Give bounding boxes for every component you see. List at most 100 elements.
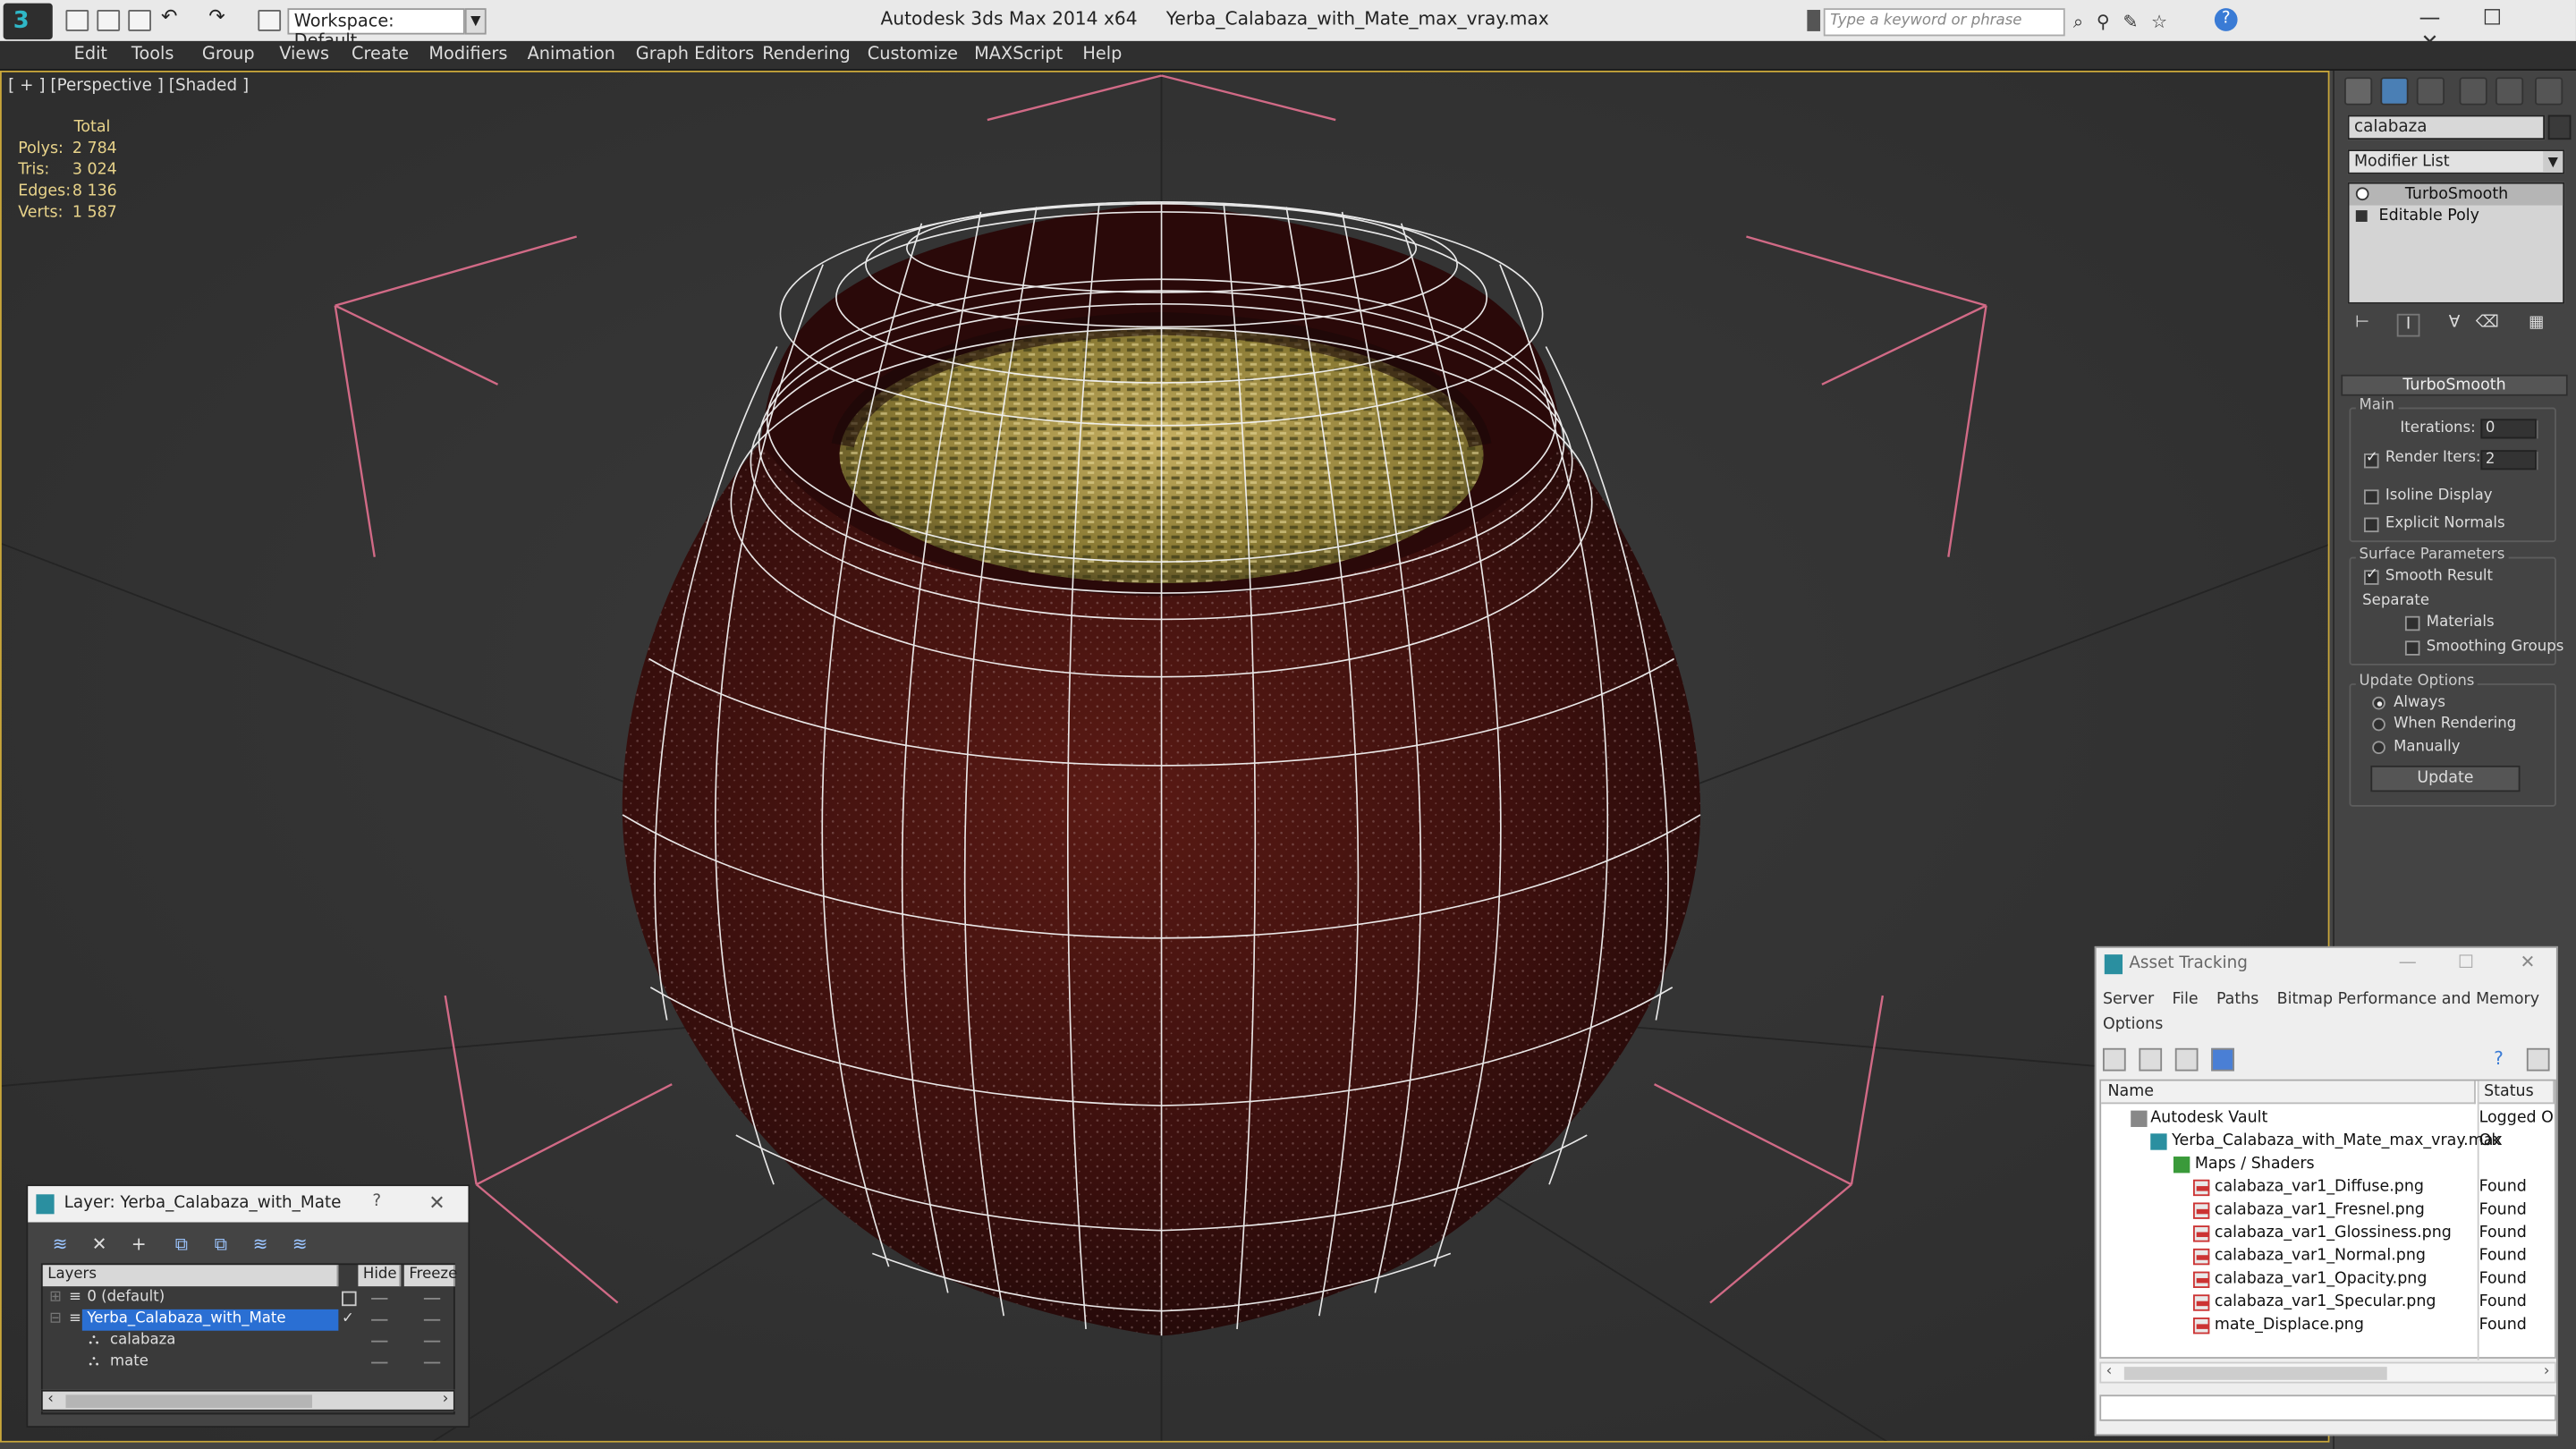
turbosmooth-rollout-header[interactable]: TurboSmooth — [2341, 374, 2568, 396]
project-folder-icon[interactable] — [258, 10, 282, 31]
menu-rendering[interactable]: Rendering — [762, 45, 850, 64]
asset-row[interactable]: calabaza_var1_Diffuse.png Found — [2101, 1176, 2555, 1199]
create-tab-icon[interactable] — [2343, 77, 2373, 106]
new-file-icon[interactable] — [65, 10, 89, 31]
hide-all-icon[interactable]: ≋ — [248, 1233, 273, 1257]
select-objects-icon[interactable]: ⧉ — [169, 1233, 194, 1257]
app-logo-icon[interactable]: 3 — [3, 3, 53, 40]
explicit-normals-checkbox[interactable] — [2364, 517, 2379, 533]
col-hide[interactable]: Hide — [358, 1265, 402, 1287]
menu-file[interactable]: File — [2172, 991, 2198, 1009]
col-status[interactable]: Status — [2477, 1080, 2555, 1105]
minimize-icon[interactable]: — — [2399, 6, 2462, 31]
asset-row[interactable]: calabaza_var1_Normal.png Found — [2101, 1245, 2555, 1268]
remove-modifier-icon[interactable]: ⌫ — [2476, 314, 2499, 337]
highlight-layer-icon[interactable]: ⧉ — [208, 1233, 233, 1257]
layer-row-default[interactable]: ⊞ ≡ 0 (default) — [43, 1288, 453, 1309]
always-radio[interactable] — [2372, 696, 2385, 710]
menu-bitmap-performance[interactable]: Bitmap Performance and Memory — [2277, 991, 2539, 1009]
manually-radio[interactable] — [2372, 741, 2385, 755]
modify-tab-icon[interactable] — [2380, 77, 2409, 106]
asset-row[interactable]: calabaza_var1_Fresnel.png Found — [2101, 1199, 2555, 1223]
maximize-icon[interactable]: ☐ — [2458, 951, 2474, 972]
close-icon[interactable]: ✕ — [428, 1191, 445, 1215]
render-iters-spinner[interactable]: 2 — [2480, 450, 2538, 470]
menu-modifiers[interactable]: Modifiers — [428, 45, 507, 64]
smooth-result-checkbox[interactable] — [2364, 567, 2379, 585]
materials-checkbox[interactable] — [2404, 615, 2420, 631]
help-icon[interactable]: ? — [2214, 8, 2238, 31]
search-expand-icon[interactable] — [1807, 10, 1821, 31]
col-freeze[interactable]: Freeze — [403, 1265, 457, 1287]
help-icon[interactable]: ? — [372, 1192, 381, 1210]
menu-group[interactable]: Group — [202, 45, 255, 64]
display-tab-icon[interactable] — [2495, 77, 2524, 106]
when-rendering-radio[interactable] — [2372, 717, 2385, 732]
hierarchy-tab-icon[interactable] — [2416, 77, 2445, 106]
refresh-icon[interactable] — [2102, 1047, 2126, 1072]
lightbulb-icon[interactable] — [2355, 187, 2369, 201]
object-name-field[interactable]: calabaza — [2347, 114, 2546, 140]
asset-row[interactable]: calabaza_var1_Opacity.png Found — [2101, 1268, 2555, 1292]
col-name[interactable]: Name — [2101, 1080, 2476, 1105]
layer-row-calabaza[interactable]: ⛬ calabaza — [43, 1331, 453, 1352]
menu-maxscript[interactable]: MAXScript — [974, 45, 1063, 64]
col-layers[interactable]: Layers — [42, 1265, 339, 1287]
maximize-icon[interactable]: ☐ — [2461, 6, 2523, 31]
update-button[interactable]: Update — [2370, 765, 2521, 792]
asset-row[interactable]: Maps / Shaders — [2101, 1153, 2555, 1176]
utilities-tab-icon[interactable] — [2535, 77, 2563, 106]
stack-item-editable-poly[interactable]: Editable Poly — [2349, 206, 2563, 227]
help-icon[interactable]: ? — [2494, 1048, 2517, 1072]
save-file-icon[interactable] — [128, 10, 151, 31]
list-view-icon[interactable] — [2139, 1047, 2163, 1072]
show-end-result-icon[interactable]: I — [2396, 313, 2420, 337]
minimize-icon[interactable]: — — [2399, 951, 2417, 972]
menu-views[interactable]: Views — [279, 45, 329, 64]
redo-icon[interactable]: ↷ — [208, 5, 232, 29]
asset-row[interactable]: Yerba_Calabaza_with_Mate_max_vray.max Ok — [2101, 1131, 2555, 1154]
menu-create[interactable]: Create — [352, 45, 409, 64]
render-iters-checkbox[interactable] — [2364, 450, 2379, 469]
smoothing-groups-checkbox[interactable] — [2404, 640, 2420, 656]
menu-graph-editors[interactable]: Graph Editors — [636, 45, 754, 64]
isoline-display-checkbox[interactable] — [2364, 489, 2379, 504]
asset-tracking-titlebar[interactable]: Asset Tracking — ☐ ✕ — [2097, 948, 2556, 981]
layers-horizontal-scrollbar[interactable]: ‹ › — [40, 1389, 455, 1411]
modifier-list-dropdown[interactable]: Modifier List ▼ — [2347, 149, 2565, 174]
menu-animation[interactable]: Animation — [528, 45, 615, 64]
checkmark-icon[interactable]: ✓ — [342, 1309, 354, 1331]
make-unique-icon[interactable]: ∀ — [2443, 314, 2466, 337]
layer-row-yerba[interactable]: ⊟ ≡ Yerba_Calabaza_with_Mate ✓ — [43, 1309, 453, 1331]
asset-row[interactable]: Autodesk VaultLogged Ou — [2101, 1107, 2555, 1131]
asset-row[interactable]: calabaza_var1_Glossiness.png Found — [2101, 1223, 2555, 1246]
asset-path-field[interactable] — [2099, 1394, 2556, 1421]
settings-icon[interactable] — [2526, 1047, 2550, 1072]
viewport-label[interactable]: [ + ] [Perspective ] [Shaded ] — [8, 77, 249, 95]
iterations-spinner[interactable]: 0 — [2480, 419, 2538, 439]
table-view-icon[interactable] — [2211, 1047, 2234, 1072]
motion-tab-icon[interactable] — [2459, 77, 2487, 106]
menu-options[interactable]: Options — [2103, 1015, 2163, 1033]
active-layer-icon[interactable] — [342, 1291, 357, 1307]
delete-layer-icon[interactable]: ✕ — [87, 1233, 112, 1257]
chevron-down-icon[interactable]: ▼ — [2543, 150, 2563, 173]
asset-horizontal-scrollbar[interactable]: ‹ › — [2099, 1361, 2556, 1384]
new-layer-icon[interactable]: ≋ — [47, 1233, 72, 1257]
menu-help[interactable]: Help — [1082, 45, 1122, 64]
asset-row[interactable]: calabaza_var1_Specular.png Found — [2101, 1292, 2555, 1315]
pin-stack-icon[interactable]: ⊢ — [2351, 314, 2374, 337]
add-to-layer-icon[interactable]: + — [126, 1233, 151, 1257]
menu-edit[interactable]: Edit — [74, 45, 107, 64]
workspace-dropdown[interactable]: Workspace: Default ▼ — [287, 8, 487, 51]
object-color-swatch[interactable] — [2547, 114, 2572, 140]
chevron-down-icon[interactable]: ▼ — [464, 8, 487, 35]
configure-sets-icon[interactable]: ▦ — [2525, 314, 2548, 337]
menu-tools[interactable]: Tools — [131, 45, 174, 64]
layer-row-mate[interactable]: ⛬ mate — [43, 1352, 453, 1374]
infocenter-icons[interactable]: ⌕⚲✎☆ — [2073, 12, 2181, 35]
tree-view-icon[interactable] — [2174, 1047, 2199, 1072]
menu-customize[interactable]: Customize — [868, 45, 958, 64]
menu-server[interactable]: Server — [2103, 991, 2154, 1009]
menu-paths[interactable]: Paths — [2216, 991, 2258, 1009]
